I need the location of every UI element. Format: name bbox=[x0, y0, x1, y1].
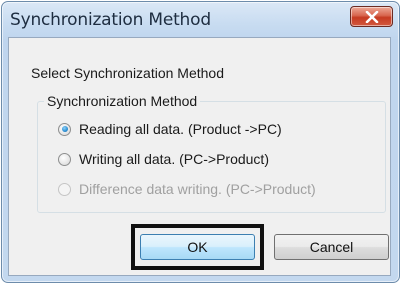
radio-button[interactable] bbox=[58, 152, 71, 166]
option-writing-all-data[interactable]: Writing all data. (PC->Product) bbox=[58, 151, 269, 167]
radio-button-selected[interactable] bbox=[58, 122, 71, 136]
window-title: Synchronization Method bbox=[10, 10, 211, 30]
option-label: Reading all data. (Product ->PC) bbox=[79, 121, 282, 137]
option-difference-data-writing: Difference data writing. (PC->Product) bbox=[58, 181, 316, 197]
dialog-prompt: Select Synchronization Method bbox=[31, 65, 224, 81]
radio-button-disabled bbox=[58, 182, 71, 196]
option-label: Writing all data. (PC->Product) bbox=[79, 151, 269, 167]
groupbox-label: Synchronization Method bbox=[44, 93, 201, 109]
option-reading-all-data[interactable]: Reading all data. (Product ->PC) bbox=[58, 121, 282, 137]
cancel-button[interactable]: Cancel bbox=[274, 234, 389, 260]
option-label: Difference data writing. (PC->Product) bbox=[79, 181, 316, 197]
ok-button[interactable]: OK bbox=[140, 234, 255, 260]
close-button[interactable] bbox=[350, 6, 393, 27]
title-bar[interactable]: Synchronization Method bbox=[2, 2, 399, 39]
close-icon bbox=[365, 10, 378, 23]
